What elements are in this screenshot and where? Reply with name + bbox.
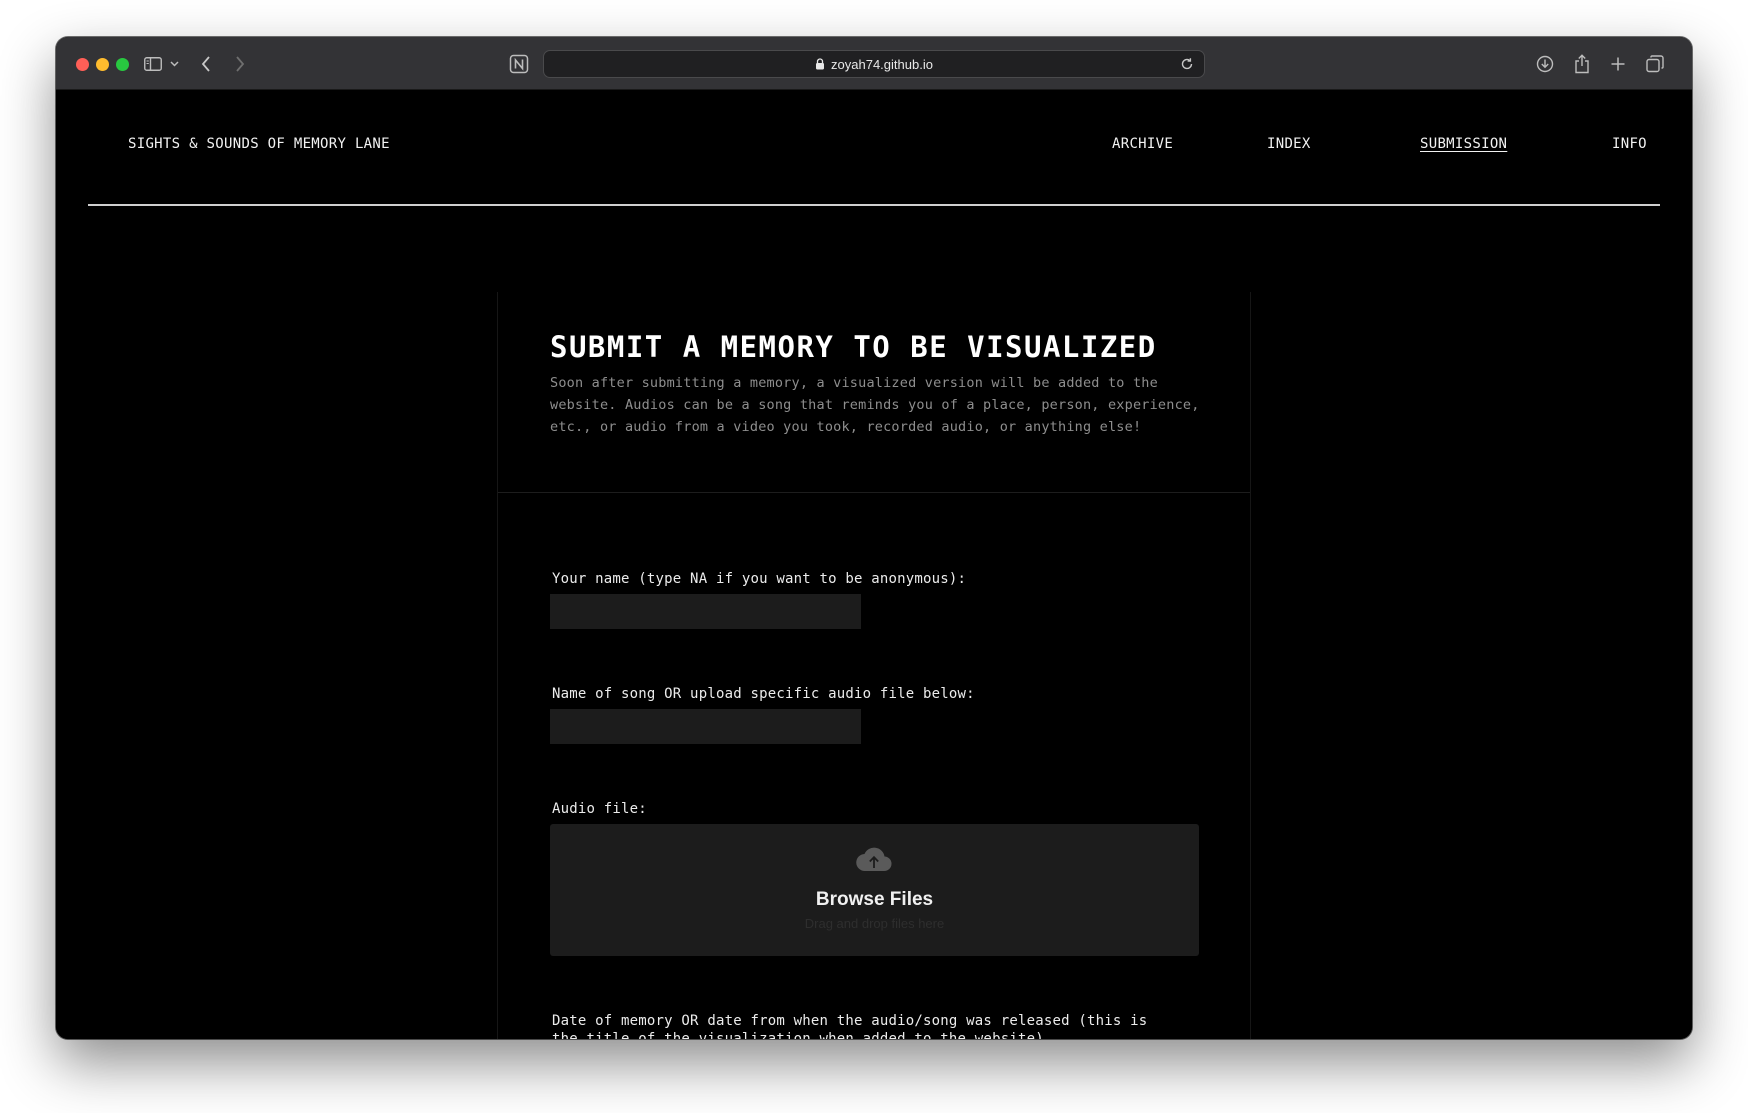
song-name-input[interactable] <box>550 709 861 744</box>
download-icon[interactable] <box>1533 51 1557 77</box>
browser-toolbar: zoyah74.github.io <box>56 37 1692 90</box>
chevron-down-icon[interactable] <box>167 51 181 77</box>
notion-icon[interactable] <box>508 51 530 77</box>
sidebar-toggle-icon[interactable] <box>141 51 165 77</box>
audio-file-label: Audio file: <box>552 801 647 817</box>
zoom-window-button[interactable] <box>116 58 129 71</box>
nav-link-index[interactable]: INDEX <box>1267 136 1311 152</box>
form-description: Soon after submitting a memory, a visual… <box>550 375 1200 435</box>
drag-drop-hint: Drag and drop files here <box>804 916 945 931</box>
form-title: SUBMIT A MEMORY TO BE VISUALIZED <box>550 330 1157 364</box>
form-header: SUBMIT A MEMORY TO BE VISUALIZED Soon af… <box>498 292 1250 493</box>
web-page: SIGHTS & SOUNDS OF MEMORY LANE ARCHIVE I… <box>56 91 1692 1039</box>
tab-overview-icon[interactable] <box>1643 51 1667 77</box>
song-field-label: Name of song OR upload specific audio fi… <box>552 686 975 702</box>
cloud-upload-icon <box>854 844 894 874</box>
browser-window: zoyah74.github.io SIGHTS & SOUNDS OF MEM… <box>56 37 1692 1039</box>
forward-icon[interactable] <box>230 51 250 77</box>
browse-files-button[interactable]: Browse Files <box>550 889 1199 911</box>
minimize-window-button[interactable] <box>96 58 109 71</box>
nav-link-archive[interactable]: ARCHIVE <box>1112 136 1173 152</box>
name-field-label: Your name (type NA if you want to be ano… <box>552 571 967 587</box>
url-text: zoyah74.github.io <box>831 56 933 72</box>
back-icon[interactable] <box>196 51 216 77</box>
audio-file-dropzone[interactable]: Browse Files Drag and drop files here <box>550 824 1199 956</box>
nav-link-info[interactable]: INFO <box>1612 136 1647 152</box>
lock-icon <box>815 58 825 70</box>
address-bar[interactable]: zoyah74.github.io <box>543 50 1205 78</box>
new-tab-icon[interactable] <box>1606 51 1630 77</box>
site-nav: SIGHTS & SOUNDS OF MEMORY LANE ARCHIVE I… <box>88 91 1660 206</box>
close-window-button[interactable] <box>76 58 89 71</box>
share-icon[interactable] <box>1570 51 1594 77</box>
nav-link-submission[interactable]: SUBMISSION <box>1420 136 1507 152</box>
submission-form: SUBMIT A MEMORY TO BE VISUALIZED Soon af… <box>497 292 1251 1039</box>
name-input[interactable] <box>550 594 861 629</box>
site-title[interactable]: SIGHTS & SOUNDS OF MEMORY LANE <box>128 136 390 152</box>
date-field-label: Date of memory OR date from when the aud… <box>552 1013 1148 1039</box>
reload-icon[interactable] <box>1180 57 1194 71</box>
